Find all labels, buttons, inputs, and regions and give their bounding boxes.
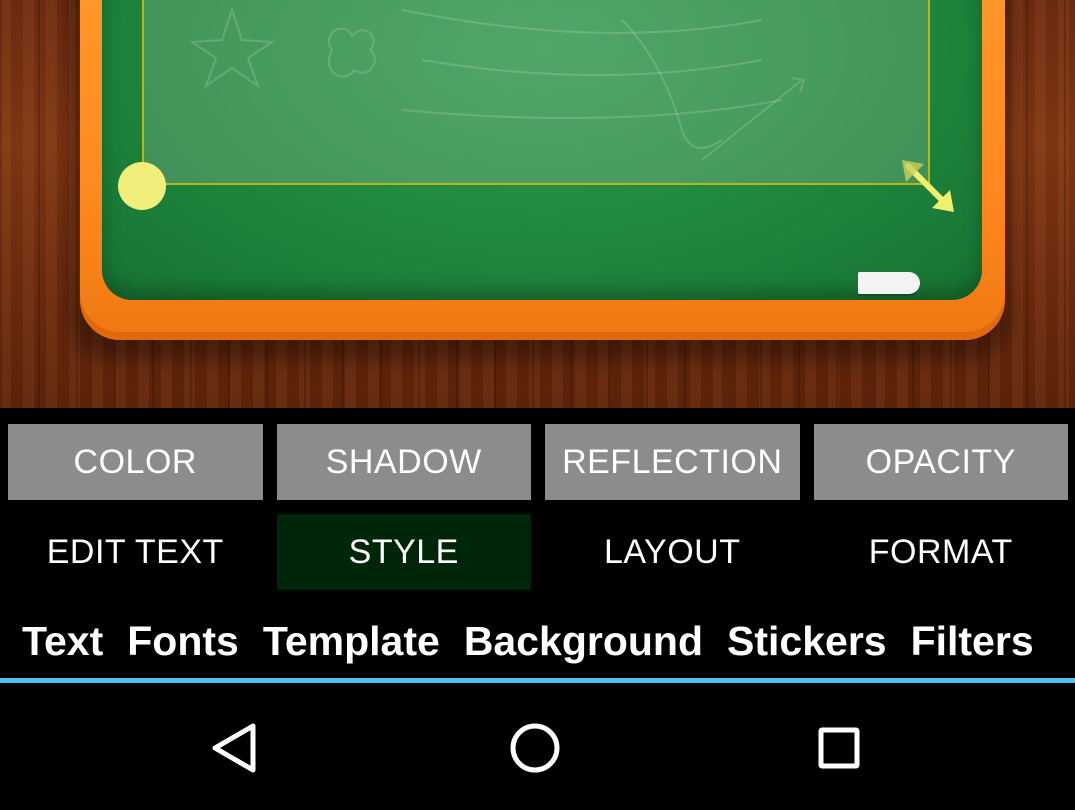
tab-format[interactable]: FORMAT bbox=[814, 514, 1069, 590]
tab-stickers[interactable]: Stickers bbox=[727, 618, 887, 665]
color-button[interactable]: COLOR bbox=[8, 424, 263, 500]
tab-text[interactable]: Text bbox=[22, 618, 103, 665]
back-icon bbox=[212, 723, 256, 773]
tab-template[interactable]: Template bbox=[263, 618, 440, 665]
resize-handle-icon[interactable] bbox=[900, 158, 956, 214]
recents-icon bbox=[818, 727, 860, 769]
shadow-button[interactable]: SHADOW bbox=[276, 424, 531, 500]
home-icon bbox=[510, 723, 560, 773]
tab-filters[interactable]: Filters bbox=[911, 618, 1034, 665]
tab-style[interactable]: STYLE bbox=[276, 514, 531, 590]
tab-layout[interactable]: LAYOUT bbox=[545, 514, 800, 590]
main-tabs: Text Fonts Template Background Stickers … bbox=[0, 603, 1075, 679]
chalk-stick bbox=[858, 272, 920, 294]
reflection-button[interactable]: REFLECTION bbox=[545, 424, 800, 500]
back-button[interactable] bbox=[198, 713, 268, 783]
text-subtabs-row: EDIT TEXT STYLE LAYOUT FORMAT bbox=[8, 514, 1068, 590]
text-bounding-box[interactable] bbox=[142, 0, 930, 185]
tab-fonts[interactable]: Fonts bbox=[127, 618, 239, 665]
move-handle[interactable] bbox=[118, 162, 166, 210]
tab-indicator bbox=[0, 678, 1075, 683]
editor-canvas[interactable] bbox=[0, 0, 1075, 408]
tab-background[interactable]: Background bbox=[464, 618, 703, 665]
home-button[interactable] bbox=[500, 713, 570, 783]
recents-button[interactable] bbox=[804, 713, 874, 783]
style-options-row: COLOR SHADOW REFLECTION OPACITY bbox=[8, 424, 1068, 500]
tab-edit-text[interactable]: EDIT TEXT bbox=[8, 514, 263, 590]
system-nav-bar bbox=[0, 685, 1075, 810]
opacity-button[interactable]: OPACITY bbox=[813, 424, 1068, 500]
editor-toolbar: COLOR SHADOW REFLECTION OPACITY EDIT TEX… bbox=[0, 408, 1075, 683]
